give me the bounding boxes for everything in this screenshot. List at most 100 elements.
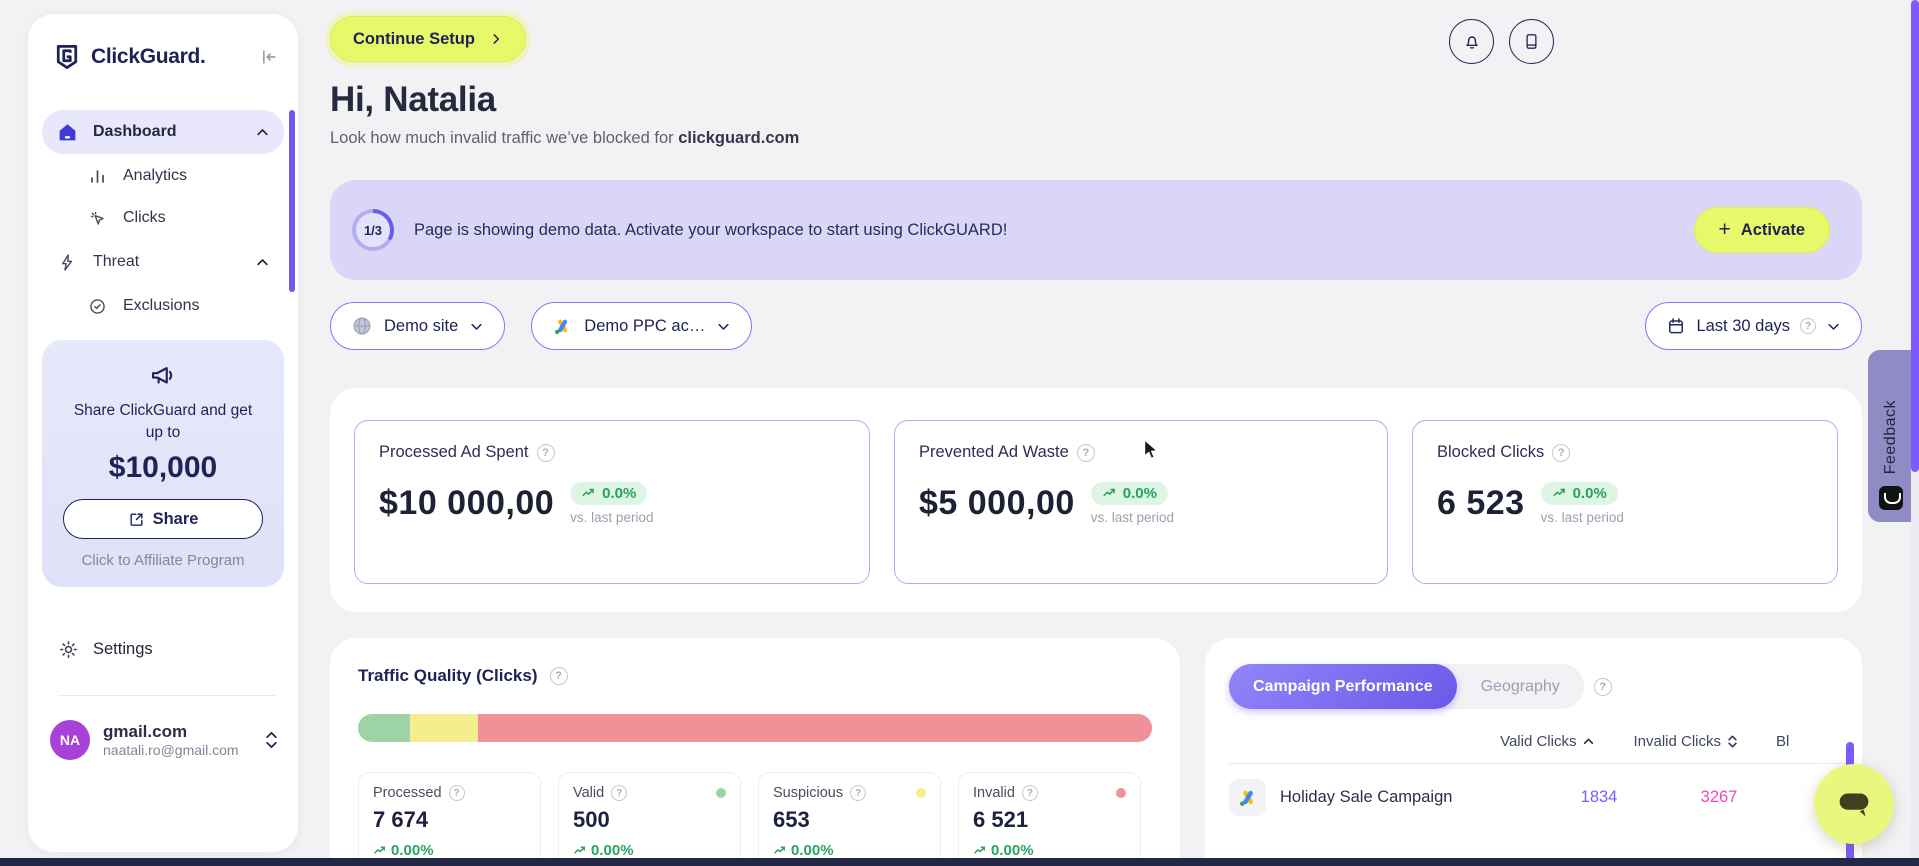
change-value: 0.0% [1123, 485, 1157, 502]
page-subtitle: Look how much invalid traffic we’ve bloc… [330, 129, 1862, 148]
ppc-account-value: Demo PPC ac… [584, 317, 705, 336]
bar-segment-invalid [478, 714, 1152, 742]
megaphone-icon [56, 360, 270, 390]
gear-icon [58, 639, 79, 660]
trending-up-icon [1552, 486, 1567, 501]
setup-progress-value: 1/3 [352, 209, 394, 251]
stat-card-blocked-clicks: Blocked Clicks? 6 523 0.0% vs. last peri… [1412, 420, 1838, 584]
account-switcher[interactable]: NA gmail.com naatali.ro@gmail.com [50, 720, 278, 760]
subtitle-domain: clickguard.com [678, 129, 799, 147]
table-row[interactable]: Holiday Sale Campaign 1834 3267 [1229, 779, 1862, 816]
sort-icon [1727, 735, 1738, 748]
avatar: NA [50, 720, 90, 760]
setup-progress-ring: 1/3 [352, 209, 394, 251]
promo-text: Share ClickGuard and get up to [56, 400, 270, 443]
traffic-stat-valid: Valid? 500 0.00% [558, 772, 741, 866]
main-content: Continue Setup Hi, Natalia Look how much… [330, 0, 1862, 866]
sidebar-item-settings[interactable]: Settings [42, 629, 284, 669]
chat-widget-button[interactable] [1814, 764, 1894, 844]
trending-up-icon [373, 844, 387, 858]
demo-data-banner: 1/3 Page is showing demo data. Activate … [330, 180, 1862, 280]
account-email: naatali.ro@gmail.com [103, 742, 265, 760]
help-icon[interactable]: ? [1077, 444, 1095, 462]
chevron-up-icon [255, 125, 270, 140]
change-value: 0.0% [1573, 485, 1607, 502]
collapse-sidebar-icon[interactable] [258, 47, 278, 67]
share-button-label: Share [153, 510, 199, 529]
compare-caption: vs. last period [1091, 510, 1174, 525]
sidebar-scrollbar[interactable] [289, 110, 295, 292]
sidebar-item-analytics[interactable]: Analytics [42, 156, 284, 196]
column-blocked[interactable]: Bl [1776, 733, 1798, 750]
change-badge: 0.0% [1091, 482, 1168, 505]
help-icon[interactable]: ? [611, 785, 627, 801]
google-ads-icon [1229, 779, 1266, 816]
change-value: 0.0% [602, 485, 636, 502]
traffic-stat-label: Processed [373, 785, 442, 801]
help-icon[interactable]: ? [537, 444, 555, 462]
filters-row: Demo site Demo PPC ac… [330, 302, 1862, 350]
window-bottom-edge [0, 858, 1919, 866]
settings-label: Settings [93, 640, 153, 659]
sidebar-nav: Dashboard Analytics Clicks [28, 110, 298, 326]
feedback-tab[interactable]: Feedback [1868, 350, 1913, 522]
ppc-account-dropdown[interactable]: Demo PPC ac… [531, 302, 752, 350]
help-icon[interactable]: ? [1022, 785, 1038, 801]
traffic-stat-change: 0.00% [373, 842, 526, 859]
help-icon[interactable]: ? [1800, 318, 1816, 334]
logo-text: ClickGuard. [91, 45, 258, 69]
sidebar-item-label: Clicks [123, 209, 270, 227]
notifications-button[interactable] [1449, 19, 1494, 64]
trending-up-icon [773, 844, 787, 858]
promo-amount: $10,000 [56, 451, 270, 485]
column-valid-clicks[interactable]: Valid Clicks [1500, 733, 1595, 750]
help-icon[interactable]: ? [1594, 678, 1612, 696]
help-icon[interactable]: ? [449, 785, 465, 801]
home-icon [56, 122, 78, 143]
help-icon[interactable]: ? [550, 667, 568, 685]
traffic-stat-invalid: Invalid? 6 521 0.00% [958, 772, 1141, 866]
docs-button[interactable] [1509, 19, 1554, 64]
chevron-up-icon [255, 255, 270, 270]
page-scrollbar[interactable] [1911, 0, 1919, 866]
share-button[interactable]: Share [63, 499, 263, 539]
help-icon[interactable]: ? [850, 785, 866, 801]
chevron-down-icon [1826, 319, 1841, 334]
google-ads-icon [552, 316, 573, 337]
page-scrollbar-thumb[interactable] [1911, 0, 1919, 472]
date-range-dropdown[interactable]: Last 30 days ? [1645, 302, 1862, 350]
trending-up-icon [581, 486, 596, 501]
valid-clicks-value: 1834 [1544, 788, 1654, 807]
traffic-stat-value: 500 [573, 807, 726, 833]
change-badge: 0.0% [570, 482, 647, 505]
sidebar-item-label: Dashboard [93, 123, 255, 141]
site-filter-dropdown[interactable]: Demo site [330, 302, 505, 350]
chevron-down-icon [716, 319, 731, 334]
column-invalid-clicks[interactable]: Invalid Clicks [1633, 733, 1738, 750]
bar-segment-valid [358, 714, 410, 742]
stat-label: Processed Ad Spent [379, 443, 529, 462]
divider [58, 695, 276, 696]
help-icon[interactable]: ? [1552, 444, 1570, 462]
table-header: Valid Clicks Invalid Clicks Bl [1229, 733, 1862, 750]
chevron-right-icon [489, 32, 503, 46]
campaign-name: Holiday Sale Campaign [1280, 788, 1544, 807]
stat-label: Blocked Clicks [1437, 443, 1544, 462]
external-link-icon [128, 511, 145, 528]
sidebar-item-clicks[interactable]: Clicks [42, 198, 284, 238]
sidebar-item-label: Exclusions [123, 297, 270, 315]
analytics-icon [86, 167, 108, 186]
affiliate-promo-card[interactable]: Share ClickGuard and get up to $10,000 S… [42, 340, 284, 587]
activate-button[interactable]: + Activate [1694, 207, 1830, 253]
valid-dot [716, 788, 726, 798]
tab-campaign-performance[interactable]: Campaign Performance [1229, 664, 1457, 709]
sidebar-item-threat[interactable]: Threat [42, 240, 284, 284]
continue-setup-button[interactable]: Continue Setup [330, 16, 526, 62]
book-icon [1522, 32, 1541, 51]
sidebar-item-dashboard[interactable]: Dashboard [42, 110, 284, 154]
tab-geography[interactable]: Geography [1457, 664, 1584, 709]
suspicious-dot [916, 788, 926, 798]
sidebar-item-exclusions[interactable]: Exclusions [42, 286, 284, 326]
traffic-stat-label: Invalid [973, 785, 1015, 801]
affiliate-link-text: Click to Affiliate Program [56, 552, 270, 569]
